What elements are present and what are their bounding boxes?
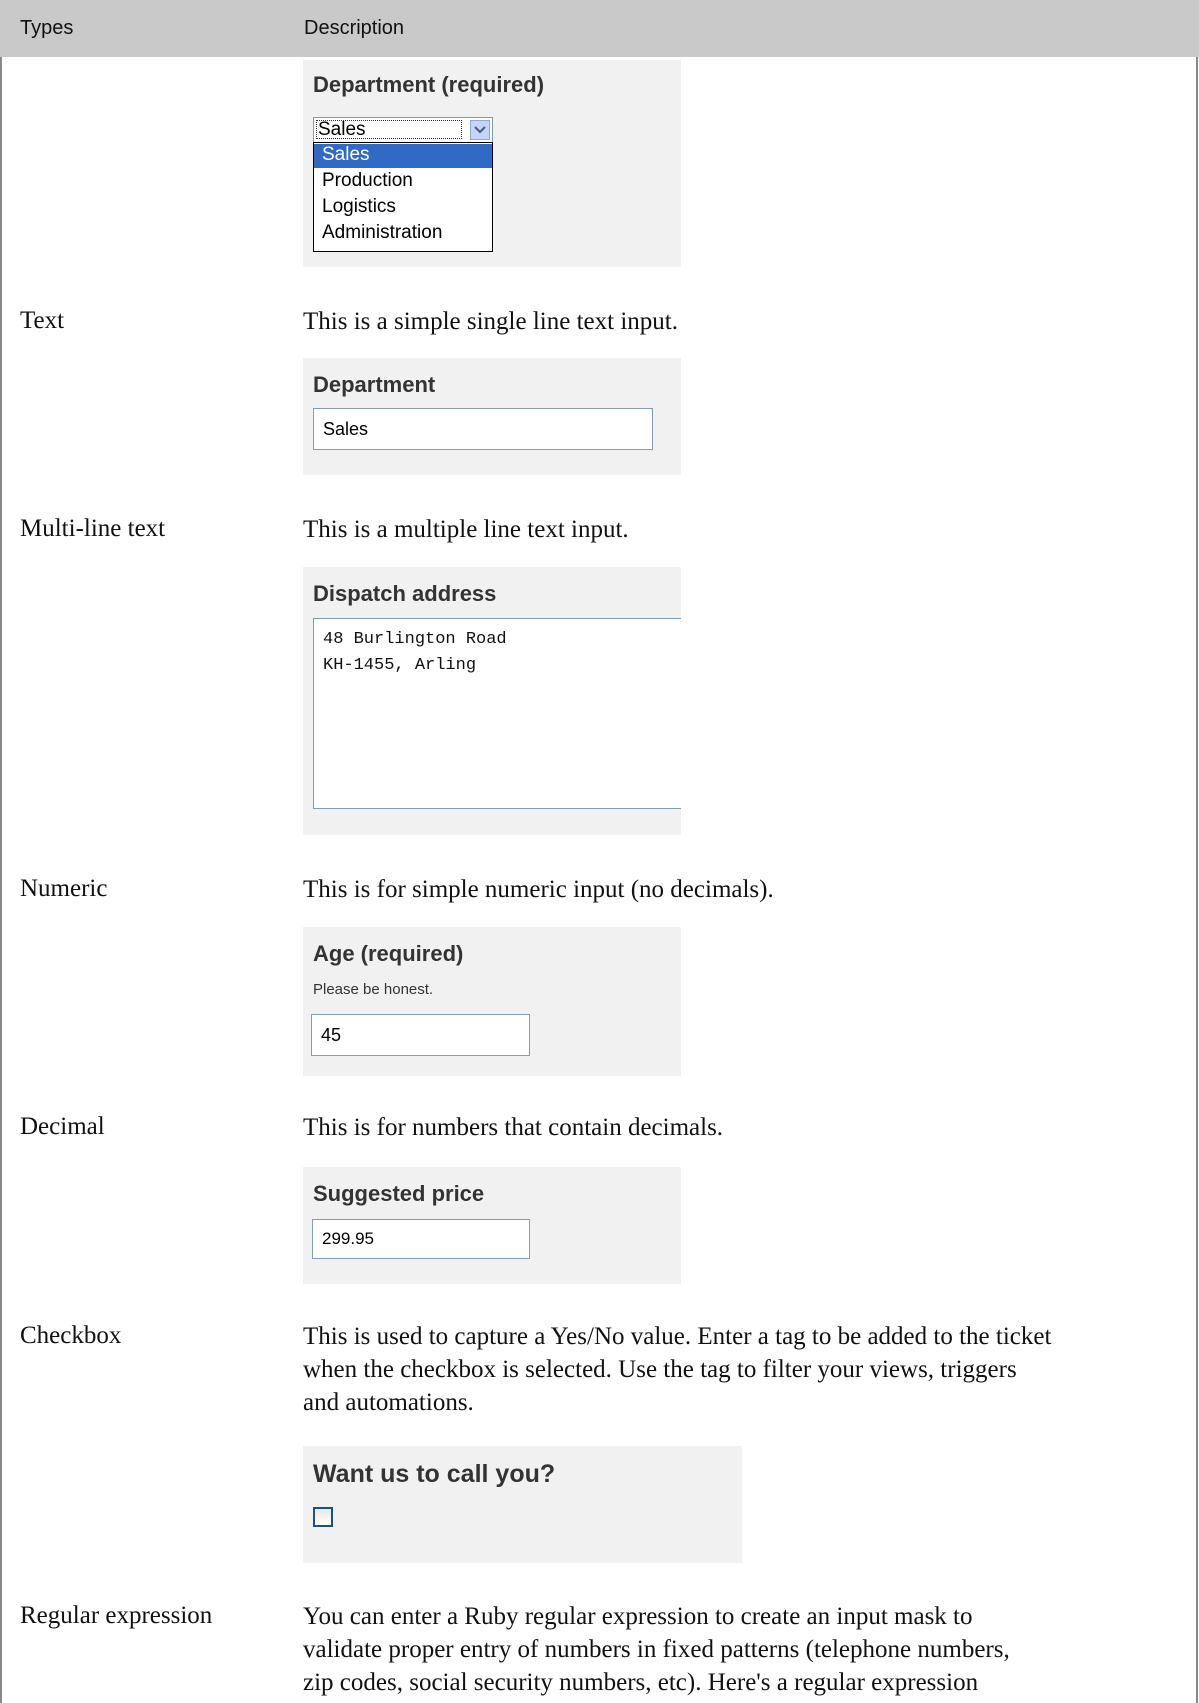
field-label: Dispatch address [313,581,497,606]
focus-outline [316,120,462,139]
desc-decimal: This is for numbers that contain decimal… [303,1114,724,1141]
option-logistics[interactable]: Logistics [314,196,492,220]
input-value: 299.95 [322,1229,374,1248]
department-options-list: Sales Production Logistics Administratio… [313,142,493,252]
textarea-line-2: KH-1455, Arling [323,656,477,675]
field-label: Department [313,372,436,397]
chevron-down-icon[interactable] [470,120,490,140]
desc-numeric: This is for simple numeric input (no dec… [303,876,774,903]
type-regex: Regular expression [20,1602,213,1629]
checkbox-example-panel: Want us to call you? [303,1446,742,1563]
option-administration[interactable]: Administration [314,222,492,246]
desc-line: validate proper entry of numbers in fixe… [303,1636,1010,1663]
age-number-input[interactable]: 45 [311,1014,530,1056]
field-label: Age (required) [313,941,464,966]
option-production[interactable]: Production [314,170,492,194]
text-example-panel: Department Sales [303,358,681,475]
desc-text: This is a simple single line text input. [303,308,678,335]
decimal-example-panel: Suggested price 299.95 [303,1167,681,1284]
multiline-example-panel: Dispatch address 48 Burlington Road KH-1… [303,567,681,835]
type-text: Text [20,307,65,334]
dispatch-address-textarea[interactable]: 48 Burlington Road KH-1455, Arling [313,618,681,809]
dropdown-example-panel: Department (required) Sales Sales Produc… [303,60,681,267]
desc-multiline: This is a multiple line text input. [303,516,629,543]
type-multiline: Multi-line text [20,515,166,542]
field-label: Suggested price [313,1181,485,1206]
desc-line: zip codes, social security numbers, etc)… [303,1669,979,1696]
desc-regex: You can enter a Ruby regular expression … [303,1600,1183,1699]
column-header-description: Description [304,17,405,39]
field-label: Department (required) [313,72,545,97]
custom-field-types-table: Types Description Department (required) … [0,0,1199,1703]
table-border-left [0,57,2,1703]
desc-line: when the checkbox is selected. Use the t… [303,1356,1017,1383]
table-header: Types Description [0,0,1199,57]
field-label: Want us to call you? [313,1460,556,1488]
type-checkbox: Checkbox [20,1322,122,1349]
call-me-checkbox[interactable] [313,1507,333,1527]
numeric-example-panel: Age (required) Please be honest. 45 [303,927,681,1076]
department-select[interactable]: Sales [313,117,493,143]
table-border-right [1196,57,1198,1703]
suggested-price-input[interactable]: 299.95 [312,1219,530,1259]
column-header-types: Types [20,17,74,39]
field-hint: Please be honest. [313,981,434,998]
desc-line: and automations. [303,1389,474,1416]
option-sales[interactable]: Sales [314,144,492,168]
textarea-line-1: 48 Burlington Road [323,630,507,649]
input-value: Sales [323,419,369,439]
type-decimal: Decimal [20,1113,105,1140]
department-text-input[interactable]: Sales [313,408,653,450]
type-numeric: Numeric [20,875,108,902]
desc-line: You can enter a Ruby regular expression … [303,1603,973,1630]
desc-line: This is used to capture a Yes/No value. … [303,1323,1052,1350]
desc-checkbox: This is used to capture a Yes/No value. … [303,1320,1183,1419]
input-value: 45 [321,1025,342,1045]
